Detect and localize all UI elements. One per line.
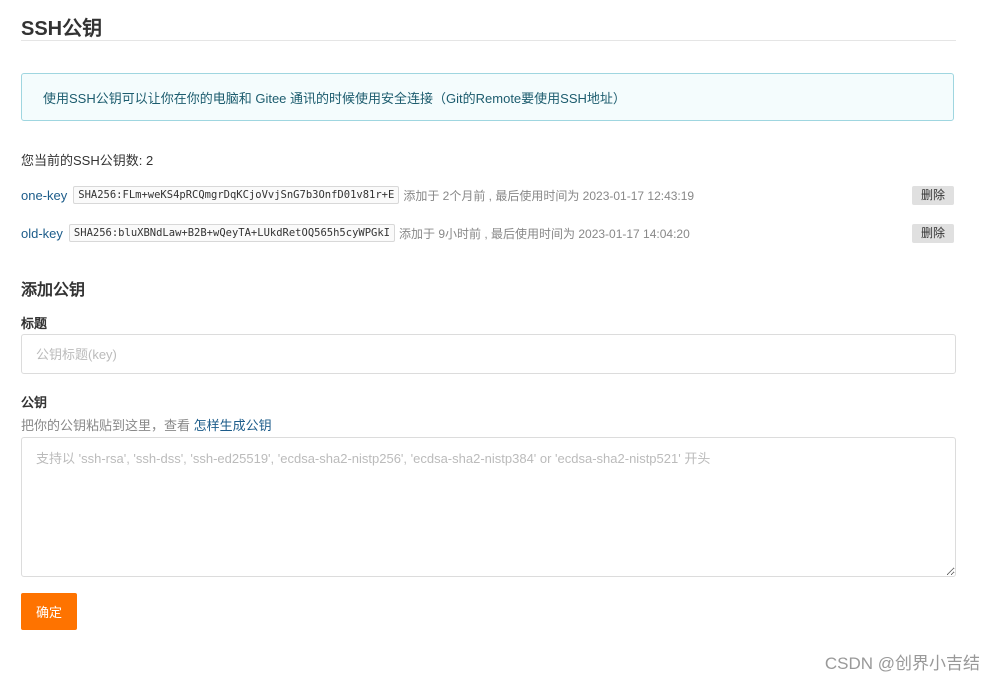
key-fingerprint: SHA256:FLm+weKS4pRCQmgrDqKCjoVvjSnG7b3On… — [73, 186, 400, 204]
public-key-textarea[interactable] — [21, 437, 956, 577]
key-fingerprint: SHA256:bluXBNdLaw+B2B+wQeyTA+LUkdRetOQ56… — [68, 224, 395, 242]
title-label: 标题 — [21, 316, 48, 331]
delete-key-button[interactable]: 删除 — [911, 186, 954, 205]
key-name: old-key — [21, 225, 63, 241]
title-divider — [21, 40, 956, 41]
confirm-button[interactable]: 确定 — [21, 593, 77, 630]
delete-key-button[interactable]: 删除 — [911, 224, 954, 243]
add-key-section-title: 添加公钥 — [21, 282, 86, 299]
info-alert: 使用SSH公钥可以让你在你的电脑和 Gitee 通讯的时候使用安全连接（Git的… — [21, 73, 954, 121]
info-alert-text: 使用SSH公钥可以让你在你的电脑和 Gitee 通讯的时候使用安全连接（Git的… — [43, 90, 626, 106]
key-count: 您当前的SSH公钥数: 2 — [21, 153, 154, 168]
key-row: one-key SHA256:FLm+weKS4pRCQmgrDqKCjoVvj… — [21, 184, 956, 206]
key-meta: 添加于 2个月前 , 最后使用时间为 2023-01-17 12:43:19 — [403, 188, 695, 203]
public-key-label: 公钥 — [21, 395, 48, 410]
key-meta: 添加于 9小时前 , 最后使用时间为 2023-01-17 14:04:20 — [399, 226, 690, 241]
key-title-input[interactable] — [21, 334, 956, 374]
how-to-generate-key-link[interactable]: 怎样生成公钥 — [194, 418, 272, 433]
key-name: one-key — [21, 187, 68, 203]
public-key-helper: 把你的公钥粘贴到这里，查看 怎样生成公钥 — [21, 415, 272, 434]
helper-text: 把你的公钥粘贴到这里，查看 — [21, 418, 194, 433]
watermark: CSDN @创界小吉结 — [824, 654, 980, 673]
page-title: SSH公钥 — [21, 18, 103, 40]
key-row: old-key SHA256:bluXBNdLaw+B2B+wQeyTA+LUk… — [21, 222, 956, 244]
